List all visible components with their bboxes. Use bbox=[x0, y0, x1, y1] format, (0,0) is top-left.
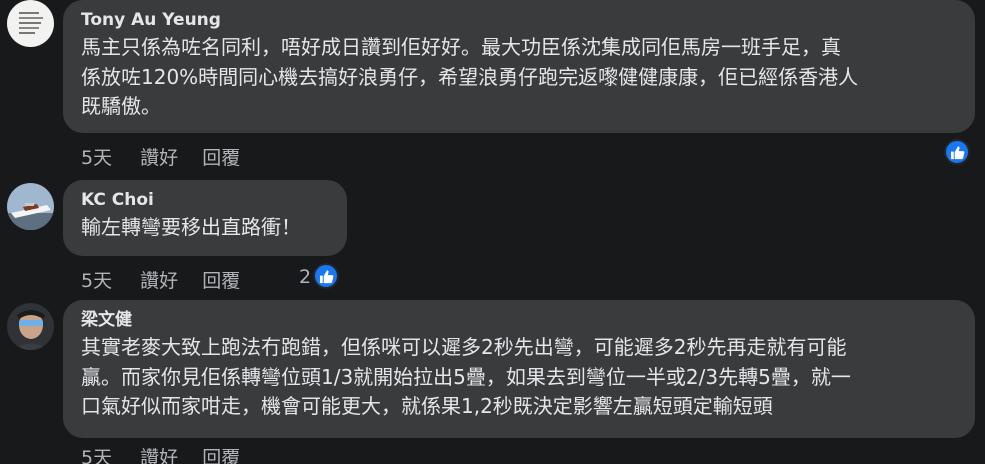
comment-author[interactable]: KC Choi bbox=[81, 189, 331, 211]
avatar[interactable] bbox=[7, 0, 54, 47]
reaction-count[interactable]: 2 bbox=[299, 266, 311, 288]
comment-timestamp[interactable]: 5天 bbox=[81, 447, 112, 464]
comment-text: 馬主只係為咗名同利，唔好成日讚到佢好好。最大功臣係沈集成同佢馬房一班手足，真 係… bbox=[81, 33, 959, 122]
reply-button[interactable]: 回覆 bbox=[202, 147, 240, 169]
reply-button[interactable]: 回覆 bbox=[202, 270, 240, 292]
comment-text: 其實老麥大致上跑法冇跑錯，但係咪可以遲多2秒先出彎，可能遲多2秒先再走就有可能 … bbox=[81, 333, 959, 422]
comment-text: 輸左轉彎要移出直路衝！ bbox=[81, 213, 331, 243]
comment-timestamp[interactable]: 5天 bbox=[81, 147, 112, 169]
comment-line: 口氣好似而家咁走，機會可能更大，就係果1,2秒既決定影響左贏短頭定輸短頭 bbox=[81, 394, 773, 418]
like-icon[interactable] bbox=[944, 139, 970, 165]
like-button[interactable]: 讚好 bbox=[140, 147, 178, 169]
reply-button[interactable]: 回覆 bbox=[202, 447, 240, 464]
comment-bubble: Tony Au Yeung 馬主只係為咗名同利，唔好成日讚到佢好好。最大功臣係沈… bbox=[63, 0, 975, 133]
comment-bubble: KC Choi 輸左轉彎要移出直路衝！ bbox=[63, 180, 347, 256]
comment-line: 其實老麥大致上跑法冇跑錯，但係咪可以遲多2秒先出彎，可能遲多2秒先再走就有可能 bbox=[81, 335, 847, 359]
like-icon[interactable] bbox=[313, 263, 339, 289]
comment-actions: 5天 讚好 回覆 bbox=[81, 443, 258, 464]
comment-timestamp[interactable]: 5天 bbox=[81, 270, 112, 292]
comment-line: 既驕傲。 bbox=[81, 94, 161, 118]
comment-actions: 5天 讚好 回覆 bbox=[81, 143, 258, 170]
comment-bubble: 梁文健 其實老麥大致上跑法冇跑錯，但係咪可以遲多2秒先出彎，可能遲多2秒先再走就… bbox=[63, 300, 975, 438]
comment-author[interactable]: 梁文健 bbox=[81, 309, 959, 331]
comment-actions: 5天 讚好 回覆 bbox=[81, 266, 258, 293]
like-button[interactable]: 讚好 bbox=[140, 447, 178, 464]
like-button[interactable]: 讚好 bbox=[140, 270, 178, 292]
avatar[interactable] bbox=[7, 183, 54, 230]
comment-line: 輸左轉彎要移出直路衝！ bbox=[81, 215, 301, 239]
avatar[interactable] bbox=[7, 303, 54, 350]
comment-line: 馬主只係為咗名同利，唔好成日讚到佢好好。最大功臣係沈集成同佢馬房一班手足，真 bbox=[81, 35, 841, 59]
comment-line: 係放咗120%時間同心機去搞好浪勇仔，希望浪勇仔跑完返嚟健健康康，佢已經係香港人 bbox=[81, 64, 859, 89]
comment-author[interactable]: Tony Au Yeung bbox=[81, 9, 959, 31]
comment-line: 贏。而家你見佢係轉彎位頭1/3就開始拉出5疊，如果去到彎位一半或2/3先轉5疊，… bbox=[81, 364, 851, 389]
